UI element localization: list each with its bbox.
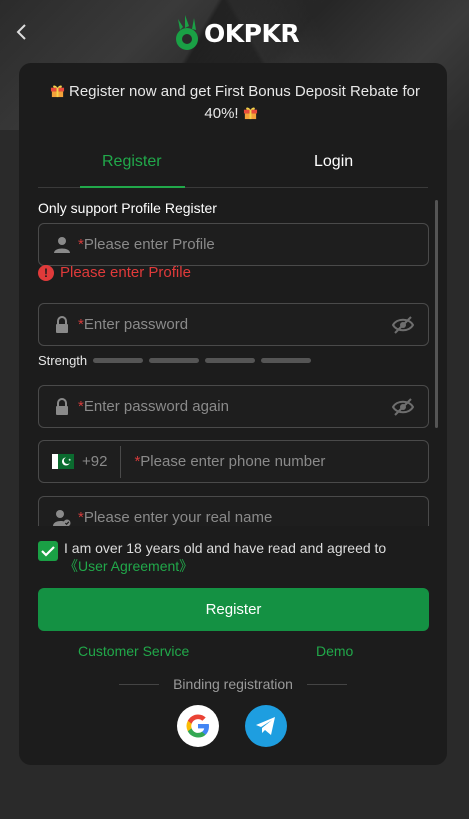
binding-divider: Binding registration <box>119 676 348 692</box>
real-name-placeholder: Please enter your real name <box>83 509 273 526</box>
country-code-selector[interactable]: +92 <box>39 445 122 478</box>
user-check-icon <box>52 508 72 526</box>
agreement-checkbox[interactable] <box>38 541 58 561</box>
gift-icon <box>50 85 65 98</box>
eye-off-icon[interactable] <box>392 397 414 417</box>
user-icon <box>52 235 72 255</box>
phone-field[interactable]: +92 * Please enter phone number <box>38 440 429 483</box>
chevron-left-icon <box>16 24 26 40</box>
agreement-text: I am over 18 years old and have read and… <box>64 540 387 556</box>
profile-field[interactable]: * Please enter Profile <box>38 223 429 266</box>
eye-off-icon[interactable] <box>392 315 414 335</box>
logo-text: OKPKR <box>204 18 300 48</box>
agreement-row: I am over 18 years old and have read and… <box>38 539 430 575</box>
phone-placeholder: Please enter phone number <box>140 453 326 470</box>
password-strength: Strength <box>38 353 312 368</box>
tab-login[interactable]: Login <box>314 153 353 171</box>
divider-line <box>119 683 160 685</box>
logo-mark-icon <box>176 15 198 50</box>
check-icon <box>41 546 55 557</box>
password-again-field[interactable]: * Enter password again <box>38 385 429 428</box>
customer-service-link[interactable]: Customer Service <box>78 643 189 659</box>
gift-icon <box>243 107 257 120</box>
back-button[interactable] <box>10 20 34 44</box>
real-name-field[interactable]: * Please enter your real name <box>38 496 429 526</box>
active-tab-indicator <box>80 186 185 188</box>
auth-tabs: Register Login <box>38 147 428 188</box>
strength-bar <box>93 358 144 363</box>
user-agreement-link[interactable]: 《User Agreement》 <box>64 558 193 574</box>
lock-icon <box>52 315 72 335</box>
country-code: +92 <box>82 453 108 470</box>
strength-label: Strength <box>38 353 88 368</box>
lock-icon <box>52 397 72 417</box>
divider-line <box>306 683 348 685</box>
profile-placeholder: Please enter Profile <box>83 236 215 253</box>
telegram-icon <box>256 717 275 735</box>
binding-label: Binding registration <box>173 676 293 692</box>
promo-banner: Register now and get First Bonus Deposit… <box>39 81 427 125</box>
profile-error: ! Please enter Profile <box>38 264 191 281</box>
google-icon <box>186 714 209 738</box>
tab-register[interactable]: Register <box>102 153 162 171</box>
password-field[interactable]: * Enter password <box>38 303 429 346</box>
demo-link[interactable]: Demo <box>316 643 353 659</box>
error-icon: ! <box>38 264 54 281</box>
register-button[interactable]: Register <box>38 588 429 631</box>
strength-bar <box>205 358 256 363</box>
logo: OKPKR <box>172 12 300 54</box>
strength-bar <box>261 358 312 363</box>
register-form: Only support Profile Register * Please en… <box>38 196 430 526</box>
strength-bar <box>149 358 200 363</box>
password-again-placeholder: Enter password again <box>83 398 229 415</box>
password-placeholder: Enter password <box>83 316 189 333</box>
pakistan-flag-icon <box>52 454 74 469</box>
profile-error-text: Please enter Profile <box>60 264 191 281</box>
form-scrollbar[interactable] <box>435 200 438 428</box>
google-login-button[interactable] <box>177 705 219 747</box>
register-card: Register now and get First Bonus Deposit… <box>19 63 447 765</box>
telegram-login-button[interactable] <box>245 705 287 747</box>
section-label: Only support Profile Register <box>38 200 217 216</box>
